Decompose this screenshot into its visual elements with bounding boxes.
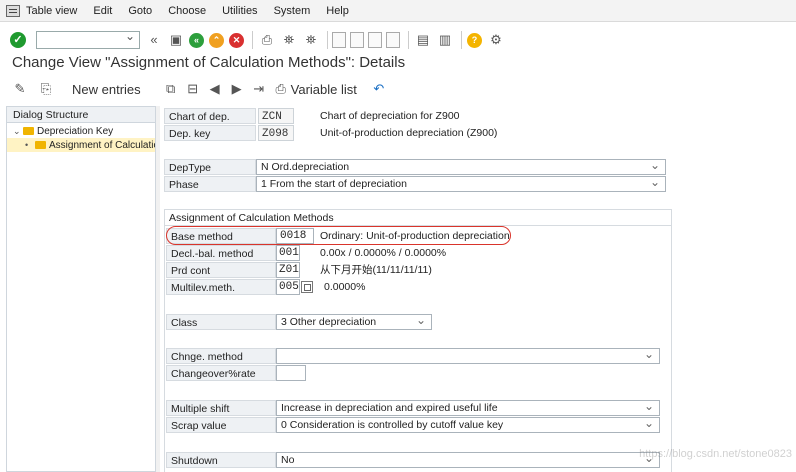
details-area: Chart of dep. ZCN Chart of depreciation …: [162, 106, 796, 472]
multiple-shift-label: Multiple shift: [166, 400, 276, 416]
create-session-icon[interactable]: ▤: [415, 32, 431, 48]
find-next-icon[interactable]: ⛯: [303, 32, 319, 48]
change-method-dropdown[interactable]: [276, 347, 660, 364]
shutdown-dropdown[interactable]: No: [276, 451, 660, 468]
enter-icon[interactable]: ✓: [10, 32, 26, 48]
decl-bal-method-field[interactable]: 001: [276, 245, 300, 261]
highlight-annotation: [166, 226, 511, 245]
dialog-structure-panel: Dialog Structure ⌄ Depreciation Key • Assi…: [6, 106, 156, 472]
collapse-command-icon[interactable]: «: [146, 32, 162, 48]
display-change-icon[interactable]: ✎: [12, 81, 28, 97]
next-entry-icon[interactable]: ▶: [229, 81, 245, 97]
chart-of-dep-label: Chart of dep.: [164, 108, 256, 124]
multilevel-method-label: Multilev.meth.: [166, 279, 276, 295]
standard-toolbar: ✓ « ▣ « ⌃ ✕ ⎙ ⛯ ⛯ ▤ ▥ ? ⚙: [0, 26, 796, 54]
menu-goto[interactable]: Goto: [128, 5, 152, 17]
tree-item-label: Depreciation Key: [37, 126, 114, 137]
find-icon[interactable]: ⛯: [281, 32, 297, 48]
changeover-rate-field[interactable]: [276, 365, 306, 381]
phase-label: Phase: [164, 176, 256, 192]
multiple-shift-dropdown[interactable]: Increase in depreciation and expired use…: [276, 399, 660, 416]
deptype-dropdown[interactable]: N Ord.depreciation: [256, 158, 666, 175]
multilevel-method-field[interactable]: 005: [276, 279, 300, 295]
exit-icon[interactable]: ⌃: [209, 32, 224, 48]
changeover-rate-label: Changeover%rate: [166, 365, 276, 381]
change-method-label: Chnge. method: [166, 348, 276, 364]
dep-key-value: Z098: [258, 125, 294, 141]
menu-table-view[interactable]: Table view: [26, 5, 77, 17]
phase-dropdown[interactable]: 1 From the start of depreciation: [256, 175, 666, 192]
bullet-icon: •: [25, 140, 29, 150]
first-page-icon[interactable]: [332, 32, 346, 48]
toolbar-separator: [252, 31, 253, 49]
watermark: https://blog.csdn.net/stone0823: [639, 448, 792, 460]
scrap-value-label: Scrap value: [166, 417, 276, 433]
check-icon[interactable]: ⎘: [38, 81, 54, 97]
deptype-label: DepType: [164, 159, 256, 175]
last-page-icon[interactable]: [386, 32, 400, 48]
folder-open-icon: [35, 141, 46, 150]
dep-key-label: Dep. key: [164, 125, 256, 141]
application-toolbar: ✎ ⎘ New entries ⧉ ⊟ ◀ ▶ ⇥ ⎙ Variable lis…: [0, 78, 796, 100]
toolbar-separator: [461, 31, 462, 49]
undo-icon[interactable]: ↶: [371, 81, 387, 97]
command-field[interactable]: [36, 29, 140, 49]
toolbar-separator: [327, 31, 328, 49]
assignment-group-title: Assignment of Calculation Methods: [169, 212, 334, 224]
menu-edit[interactable]: Edit: [93, 5, 112, 17]
panel-splitter[interactable]: [156, 106, 160, 472]
menu-utilities[interactable]: Utilities: [222, 5, 257, 17]
tree-item-label: Assignment of Calculatio: [49, 140, 155, 151]
menu-bar: Table view Edit Goto Choose Utilities Sy…: [0, 0, 796, 22]
shutdown-label: Shutdown: [166, 452, 276, 468]
copy-icon[interactable]: ⧉: [163, 81, 179, 97]
previous-entry-icon[interactable]: ◀: [207, 81, 223, 97]
prd-cont-field[interactable]: Z01: [276, 262, 300, 278]
new-entries-button[interactable]: New entries: [72, 82, 141, 97]
print-icon[interactable]: ⎙: [259, 32, 275, 48]
value-help-icon[interactable]: [301, 281, 313, 293]
delete-icon[interactable]: ⊟: [185, 81, 201, 97]
chart-of-dep-value: ZCN: [258, 108, 294, 124]
export-icon[interactable]: ⇥: [251, 81, 267, 97]
tree-item-depreciation-key[interactable]: ⌄ Depreciation Key: [7, 124, 155, 138]
prd-cont-description: 从下月开始(11/11/11/11): [320, 264, 432, 276]
class-dropdown[interactable]: 3 Other depreciation: [276, 313, 432, 330]
back-icon[interactable]: «: [189, 32, 204, 48]
system-menu-icon[interactable]: [6, 4, 20, 17]
menu-help[interactable]: Help: [326, 5, 349, 17]
decl-bal-method-label: Decl.-bal. method: [166, 245, 276, 261]
dialog-structure-header: Dialog Structure: [7, 107, 155, 123]
page-title: Change View "Assignment of Calculation M…: [12, 54, 406, 71]
save-icon[interactable]: ▣: [168, 32, 184, 48]
print-icon[interactable]: ⎙: [273, 81, 289, 97]
prd-cont-label: Prd cont: [166, 262, 276, 278]
cancel-icon[interactable]: ✕: [229, 32, 244, 48]
menu-system[interactable]: System: [274, 5, 311, 17]
folder-icon: [23, 127, 34, 136]
next-page-icon[interactable]: [368, 32, 382, 48]
chart-of-dep-description: Chart of depreciation for Z900: [320, 110, 460, 122]
multilevel-method-description: 0.0000%: [324, 281, 366, 293]
previous-page-icon[interactable]: [350, 32, 364, 48]
variable-list-button[interactable]: Variable list: [291, 82, 357, 97]
toolbar-separator: [408, 31, 409, 49]
help-icon[interactable]: ?: [467, 32, 482, 48]
dep-key-description: Unit-of-production depreciation (Z900): [320, 127, 498, 139]
class-label: Class: [166, 314, 276, 330]
decl-bal-method-description: 0.00x / 0.0000% / 0.0000%: [320, 247, 447, 259]
shortcut-icon[interactable]: ▥: [437, 32, 453, 48]
settings-gear-icon[interactable]: ⚙: [488, 32, 504, 48]
tree-item-assignment[interactable]: • Assignment of Calculatio: [7, 138, 155, 152]
menu-choose[interactable]: Choose: [168, 5, 206, 17]
expand-icon[interactable]: ⌄: [13, 124, 23, 138]
scrap-value-dropdown[interactable]: 0 Consideration is controlled by cutoff …: [276, 416, 660, 433]
